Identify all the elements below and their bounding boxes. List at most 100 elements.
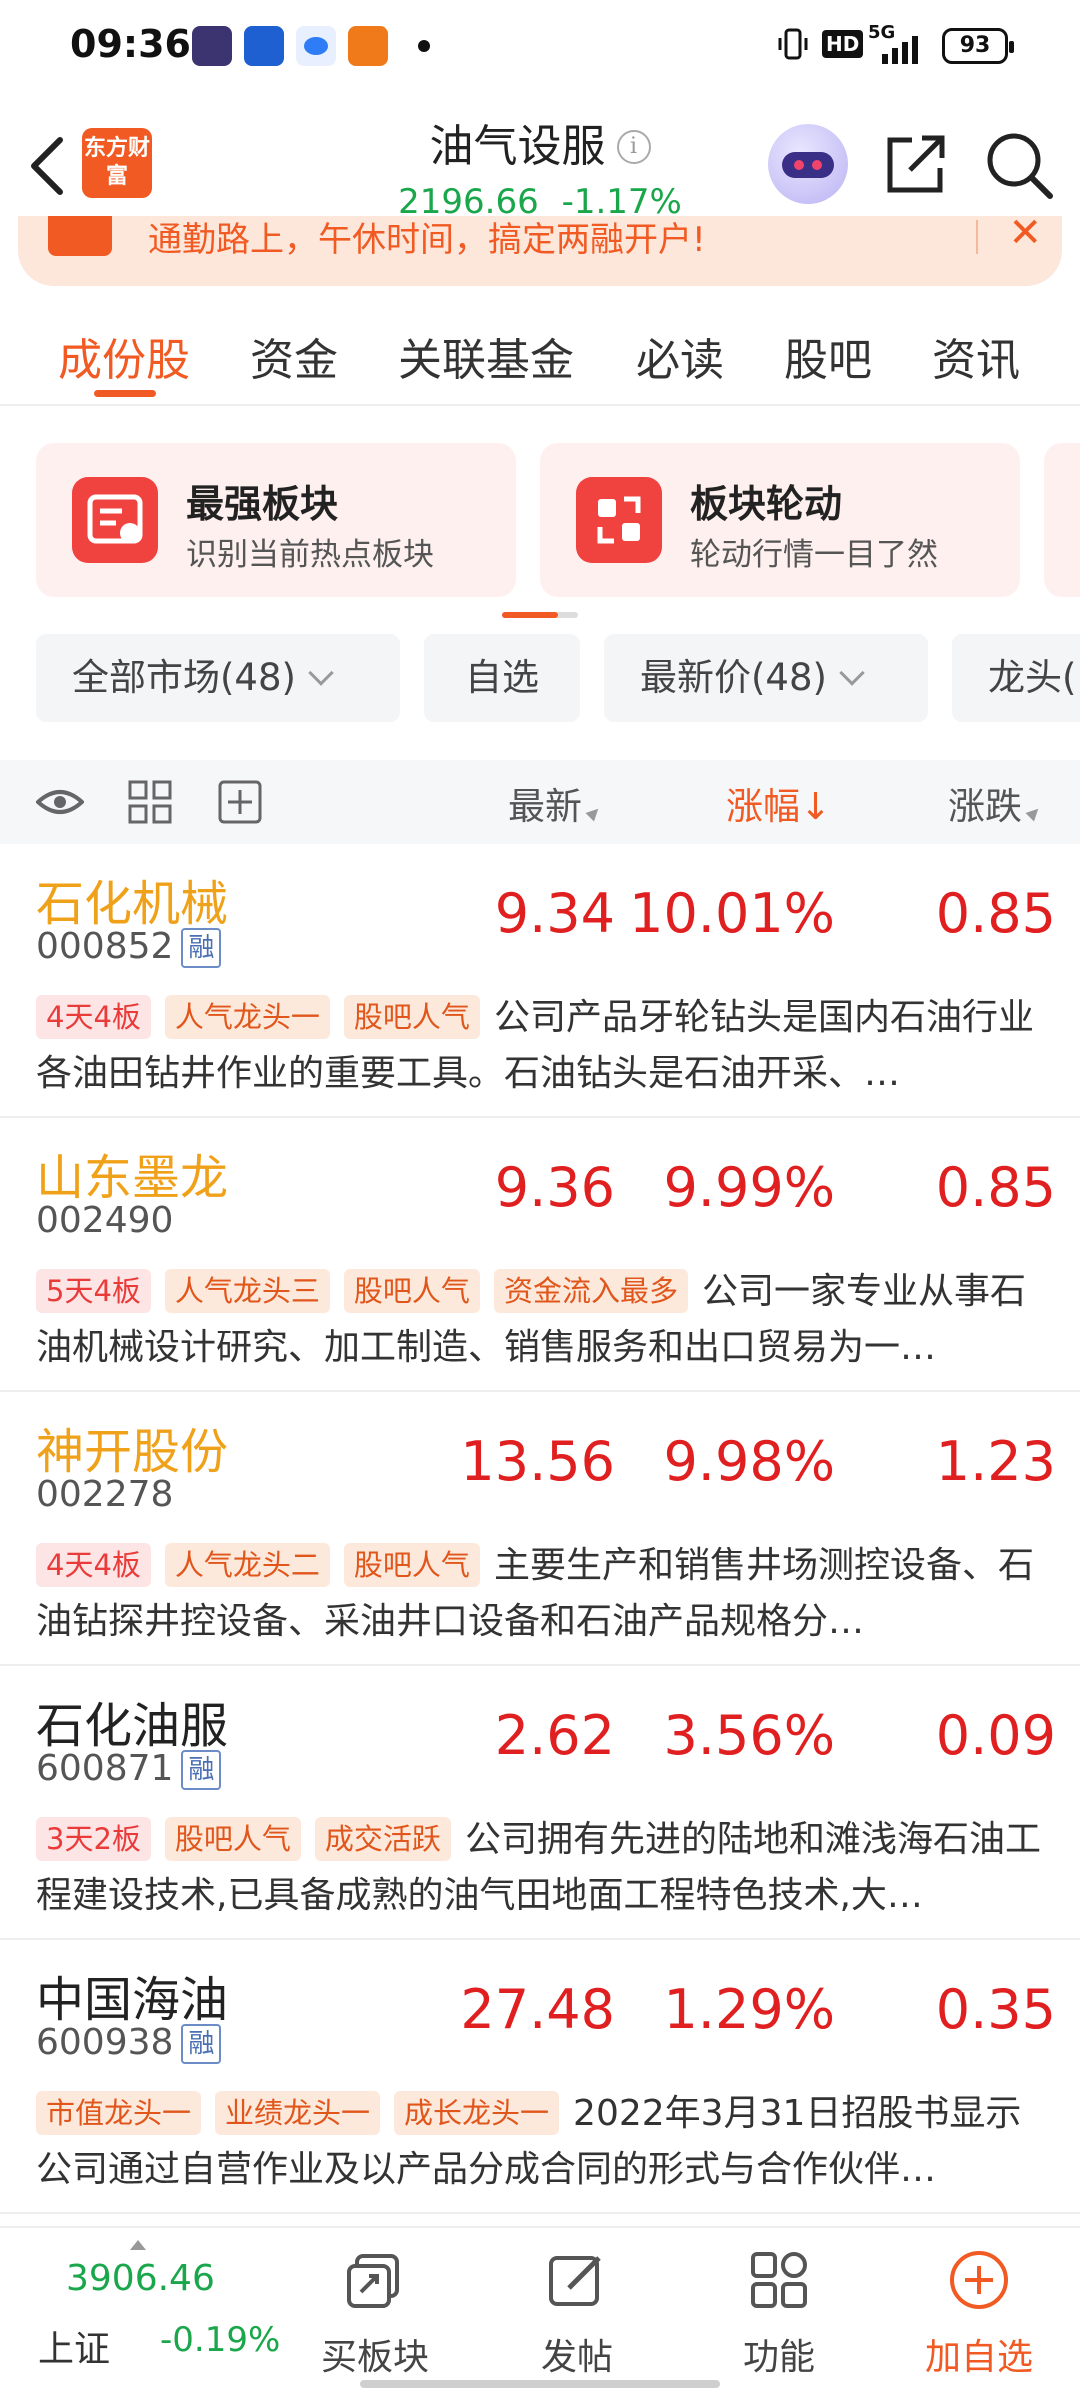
tag: 3天2板 — [36, 1817, 151, 1861]
nav-post[interactable]: 发帖 — [502, 2238, 652, 2388]
stock-summary: 5天4板 人气龙头三 股吧人气 资金流入最多 公司一家专业从事石油机械设计研究、加工制造… — [36, 1264, 1048, 1376]
filter-watchlist[interactable]: 自选 — [424, 634, 580, 722]
card-title: 最强板块 — [186, 482, 339, 526]
header: 东方财富 油气设服 i 2196.66 -1.17% — [0, 100, 1080, 230]
tab-related-funds[interactable]: 关联基金 — [398, 324, 574, 388]
latest-price: 27.48 — [460, 1978, 615, 2041]
vibrate-icon — [778, 26, 808, 69]
filter-leader[interactable]: 龙头( — [952, 634, 1080, 722]
tag: 股吧人气 — [343, 1269, 480, 1313]
strongest-sector-icon — [72, 477, 158, 563]
table-row[interactable]: 石化机械 000852 融 9.34 10.01% 0.85 4天4板 人气龙头一股… — [0, 844, 1080, 1118]
tag: 股吧人气 — [164, 1817, 301, 1861]
change-value: 0.09 — [935, 1704, 1056, 1767]
tab-forum[interactable]: 股吧 — [784, 324, 872, 388]
carousel-indicator — [502, 612, 578, 618]
banner-divider — [976, 220, 978, 254]
home-indicator[interactable] — [360, 2380, 720, 2388]
table-row[interactable]: 神开股份 002278 13.56 9.98% 1.23 4天4板 人气龙头二 股吧… — [0, 1392, 1080, 1666]
app-taobao-icon — [348, 26, 388, 66]
tab-funds-flow[interactable]: 资金 — [250, 324, 338, 388]
table-header: 最新 涨幅↓ 涨跌 — [0, 760, 1080, 844]
latest-price: 13.56 — [460, 1430, 615, 1493]
card-partial[interactable] — [1044, 443, 1080, 597]
latest-price: 2.62 — [494, 1704, 615, 1767]
latest-price: 9.34 — [494, 882, 615, 945]
nav-add-watchlist[interactable]: 加自选 — [904, 2238, 1054, 2388]
buy-sector-icon — [343, 2248, 407, 2312]
page-title: 油气设服 — [429, 121, 606, 172]
change-pct: 3.56% — [663, 1704, 835, 1767]
stock-name: 石化油服 — [36, 1698, 229, 1754]
index-name[interactable]: 上证 — [38, 2320, 110, 2372]
column-latest[interactable]: 最新 — [508, 776, 603, 830]
change-value: 0.85 — [935, 1156, 1056, 1219]
megaphone-icon — [48, 216, 112, 256]
sector-rotation-icon — [576, 477, 662, 563]
grid-view-icon[interactable] — [126, 778, 174, 826]
tag: 股吧人气 — [343, 995, 480, 1039]
nav-buy-sector[interactable]: 买板块 — [300, 2238, 450, 2388]
tag: 人气龙头三 — [164, 1269, 330, 1313]
battery-icon: 93 — [942, 28, 1014, 64]
stock-name: 石化机械 — [36, 876, 229, 932]
clock: 09:36 — [70, 22, 191, 66]
tag: 人气龙头一 — [164, 995, 330, 1039]
nav-label: 买板块 — [320, 2337, 429, 2378]
column-change[interactable]: 涨跌 — [948, 776, 1043, 830]
tag: 资金流入最多 — [493, 1269, 688, 1313]
change-pct: 1.29% — [663, 1978, 835, 2041]
tab-news[interactable]: 资讯 — [932, 324, 1020, 388]
tag: 4天4板 — [36, 995, 151, 1039]
index-change[interactable]: -0.19% — [160, 2320, 280, 2360]
app-k-icon — [192, 26, 232, 66]
nav-label: 发帖 — [540, 2337, 613, 2378]
add-circle-icon — [947, 2248, 1011, 2312]
active-tab-indicator — [94, 390, 156, 397]
stock-name: 神开股份 — [36, 1424, 229, 1480]
search-icon[interactable] — [984, 130, 1054, 200]
tag: 市值龙头一 — [36, 2091, 202, 2135]
tag: 股吧人气 — [343, 1543, 480, 1587]
card-subtitle: 识别当前热点板块 — [186, 537, 434, 573]
tab-constituents[interactable]: 成份股 — [58, 324, 190, 388]
signal-icon — [868, 36, 928, 73]
stock-summary: 3天2板 股吧人气 成交活跃 公司拥有先进的陆地和滩浅海石油工程建设技术,已具备成熟的… — [36, 1812, 1048, 1924]
table-row[interactable]: 石化油服 600871 融 2.62 3.56% 0.09 3天2板 股吧人气 成交活… — [0, 1666, 1080, 1940]
close-icon[interactable]: ✕ — [1008, 216, 1042, 256]
nav-label: 功能 — [742, 2337, 815, 2378]
tab-must-read[interactable]: 必读 — [636, 324, 724, 388]
assistant-robot-icon[interactable] — [768, 124, 848, 204]
share-icon[interactable] — [882, 130, 950, 198]
back-icon[interactable] — [20, 130, 80, 200]
nav-functions[interactable]: 功能 — [704, 2238, 854, 2388]
stock-code: 600871 融 — [36, 1748, 222, 1790]
card-sector-rotation[interactable]: 板块轮动 轮动行情一目了然 — [540, 443, 1020, 597]
stock-name: 中国海油 — [36, 1972, 229, 2028]
change-pct: 10.01% — [629, 882, 835, 945]
info-icon[interactable]: i — [616, 130, 651, 164]
column-change-pct[interactable]: 涨幅↓ — [726, 776, 831, 830]
notification-dot-icon — [418, 40, 430, 52]
stock-summary: 4天4板 人气龙头一 股吧人气 公司产品牙轮钻头是国内石油行业各油田钻井作业的重要工具… — [36, 990, 1048, 1102]
banner-text: 通勤路上，午休时间，搞定两融开户! — [148, 220, 706, 260]
table-row[interactable]: 中国海油 600938 融 27.48 1.29% 0.35 市值龙头一 业绩龙头一… — [0, 1940, 1080, 2214]
stock-code: 600938 融 — [36, 2022, 222, 2064]
table-row[interactable]: 山东墨龙 002490 9.36 9.99% 0.85 5天4板 人气龙头三 股吧人… — [0, 1118, 1080, 1392]
filter-latest-price[interactable]: 最新价(48) — [604, 634, 928, 722]
filter-all-markets[interactable]: 全部市场(48) — [36, 634, 400, 722]
card-title: 板块轮动 — [690, 482, 843, 526]
add-box-icon[interactable] — [216, 778, 264, 826]
chevron-down-icon — [308, 660, 334, 686]
tab-bar: 成份股 资金 关联基金 必读 股吧 资讯 — [0, 300, 1080, 406]
card-strongest-sector[interactable]: 最强板块 识别当前热点板块 — [36, 443, 516, 597]
status-bar: 09:36 HD 5G 93 — [0, 0, 1080, 100]
margin-badge: 融 — [181, 1750, 222, 1790]
caret-up-icon[interactable] — [130, 2240, 146, 2250]
hd-badge: HD — [822, 30, 864, 58]
tag: 人气龙头二 — [164, 1543, 330, 1587]
eye-icon[interactable] — [35, 778, 85, 826]
promo-banner[interactable]: 通勤路上，午休时间，搞定两融开户! ✕ — [18, 216, 1062, 286]
index-value[interactable]: 3906.46 — [66, 2258, 215, 2299]
chevron-down-icon — [839, 660, 865, 686]
